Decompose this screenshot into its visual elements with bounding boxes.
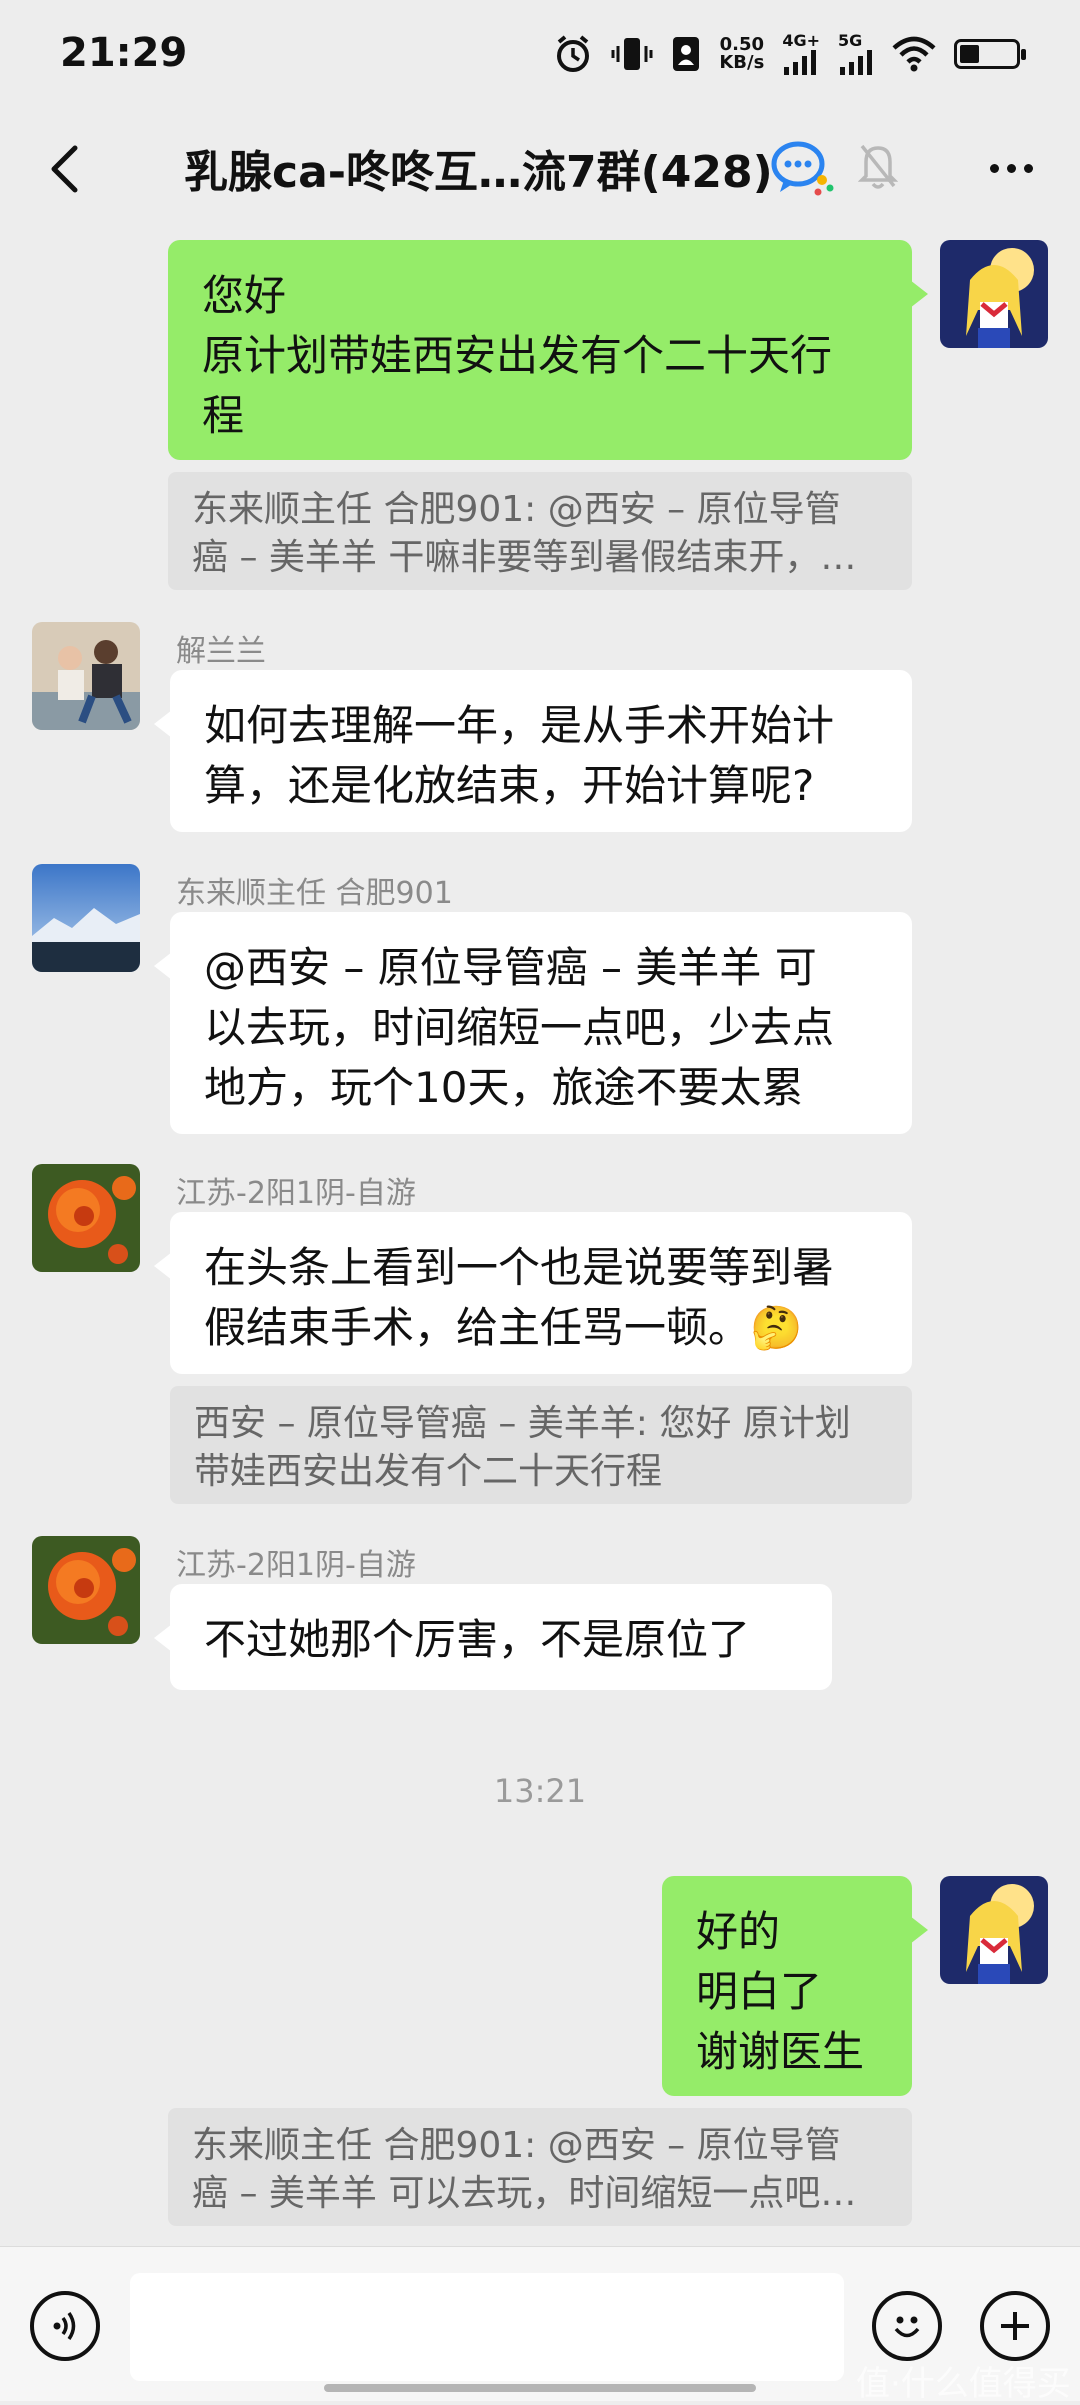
received-message-bubble[interactable]: 如何去理解一年，是从手术开始计 算，还是化放结束，开始计算呢? xyxy=(154,670,912,832)
sent-message-bubble[interactable]: 您好 原计划带娃西安出发有个二十天行 程 xyxy=(168,240,928,460)
voice-button[interactable] xyxy=(30,2291,100,2361)
chat-header: 乳腺ca-咚咚互…流7群(428) xyxy=(0,110,1080,226)
contact-card-icon xyxy=(671,32,701,76)
sent-message-bubble[interactable]: 好的 明白了 谢谢医生 xyxy=(662,1876,928,2096)
quoted-message[interactable]: 东来顺主任 合肥901: @西安 – 原位导管 癌 – 美羊羊 可以去玩，时间缩… xyxy=(168,2108,912,2226)
message-line: 原计划带娃西安出发有个二十天行 xyxy=(202,331,833,380)
anime-avatar-icon xyxy=(940,240,1048,348)
anime-avatar-icon xyxy=(940,1876,1048,1984)
vibrate-icon xyxy=(611,32,653,76)
more-dot-icon xyxy=(989,163,999,173)
emoji-button[interactable] xyxy=(872,2291,942,2361)
quote-line: 癌 – 美羊羊 可以去玩，时间缩短一点吧… xyxy=(192,2173,857,2214)
mountain-avatar-icon xyxy=(32,864,140,972)
net-speed: 0.50 KB/s xyxy=(719,36,764,72)
more-dot-icon xyxy=(1006,163,1016,173)
sender-avatar[interactable] xyxy=(32,622,140,730)
back-arrow-icon xyxy=(51,145,78,193)
message-line: 不过她那个厉害，不是原位了 xyxy=(204,1615,751,1664)
status-icons: 0.50 KB/s 4G+ 5G xyxy=(553,32,1026,76)
rose-avatar-icon xyxy=(32,1164,140,1272)
quote-line: 西安 – 原位导管癌 – 美羊羊: 您好 原计划 xyxy=(194,1403,851,1444)
enterprise-chat-icon[interactable] xyxy=(770,138,834,198)
sender-avatar[interactable] xyxy=(32,1536,140,1644)
time-divider: 13:21 xyxy=(493,1772,587,1810)
chat-title[interactable]: 乳腺ca-咚咚互…流7群(428) xyxy=(184,136,773,200)
message-line: @西安 – 原位导管癌 – 美羊羊 可 xyxy=(204,943,817,992)
home-indicator[interactable] xyxy=(324,2384,756,2392)
message-line: 您好 xyxy=(202,271,287,320)
message-line: 明白了 xyxy=(696,1967,823,2016)
received-message-bubble[interactable]: 不过她那个厉害，不是原位了 xyxy=(154,1584,832,1690)
sender-name: 东来顺主任 合肥901 xyxy=(176,876,453,911)
message-line: 好的 xyxy=(696,1907,781,1956)
sender-avatar[interactable] xyxy=(32,1164,140,1272)
message-line: 算，还是化放结束，开始计算呢? xyxy=(204,761,815,810)
status-bar: 21:29 0.50 KB/s 4G+ 5G xyxy=(0,0,1080,110)
message-line: 假结束手术，给主任骂一顿。🤔 xyxy=(204,1303,803,1352)
message-line: 如何去理解一年，是从手术开始计 xyxy=(204,701,835,750)
plus-icon xyxy=(1001,2312,1029,2340)
received-message-bubble[interactable]: 在头条上看到一个也是说要等到暑 假结束手术，给主任骂一顿。🤔 xyxy=(154,1212,912,1374)
my-avatar[interactable] xyxy=(940,240,1048,348)
signal-4g-label: 4G+ xyxy=(782,31,820,50)
message-line: 地方，玩个10天，旅途不要太累 xyxy=(204,1063,804,1112)
signal-5g-label: 5G xyxy=(838,31,863,50)
quote-line: 带娃西安出发有个二十天行程 xyxy=(194,1451,663,1492)
more-functions-button[interactable] xyxy=(980,2291,1050,2361)
received-message-bubble[interactable]: @西安 – 原位导管癌 – 美羊羊 可 以去玩，时间缩短一点吧，少去点 地方，玩… xyxy=(154,912,912,1134)
message-line: 在头条上看到一个也是说要等到暑 xyxy=(204,1243,835,1292)
watermark: 值·什么值得买 xyxy=(856,2364,1071,2404)
quote-line: 东来顺主任 合肥901: @西安 – 原位导管 xyxy=(192,489,841,530)
battery-fill xyxy=(960,45,979,63)
message-line: 以去玩，时间缩短一点吧，少去点 xyxy=(204,1003,835,1052)
sender-avatar[interactable] xyxy=(32,864,140,972)
alarm-icon xyxy=(553,32,593,76)
battery-icon xyxy=(954,39,1026,69)
emoji-icon xyxy=(894,2316,920,2338)
quote-line: 东来顺主任 合肥901: @西安 – 原位导管 xyxy=(192,2125,841,2166)
message-line: 谢谢医生 xyxy=(696,2027,865,2076)
signal-4g-icon: 4G+ xyxy=(782,32,820,76)
my-avatar[interactable] xyxy=(940,1876,1048,1984)
quote-line: 癌 – 美羊羊 干嘛非要等到暑假结束开，… xyxy=(192,537,857,578)
sender-name: 解兰兰 xyxy=(176,634,266,669)
sender-name: 江苏-2阳1阴-自游 xyxy=(176,1548,416,1583)
message-line: 程 xyxy=(202,391,245,440)
status-time: 21:29 xyxy=(60,30,188,76)
back-button[interactable] xyxy=(34,134,94,204)
signal-5g-icon: 5G xyxy=(838,32,874,76)
wifi-icon xyxy=(892,32,936,76)
more-options-button[interactable] xyxy=(976,138,1046,198)
mute-bell-icon xyxy=(857,140,899,192)
voice-icon xyxy=(53,2312,76,2340)
photo-avatar-icon xyxy=(32,622,140,730)
more-dot-icon xyxy=(1023,163,1033,173)
net-speed-unit: KB/s xyxy=(719,52,765,73)
message-input[interactable] xyxy=(130,2273,844,2381)
sender-name: 江苏-2阳1阴-自游 xyxy=(176,1176,416,1211)
quoted-message[interactable]: 东来顺主任 合肥901: @西安 – 原位导管 癌 – 美羊羊 干嘛非要等到暑假… xyxy=(168,472,912,590)
quoted-message[interactable]: 西安 – 原位导管癌 – 美羊羊: 您好 原计划 带娃西安出发有个二十天行程 xyxy=(170,1386,912,1504)
rose-avatar-icon xyxy=(32,1536,140,1644)
